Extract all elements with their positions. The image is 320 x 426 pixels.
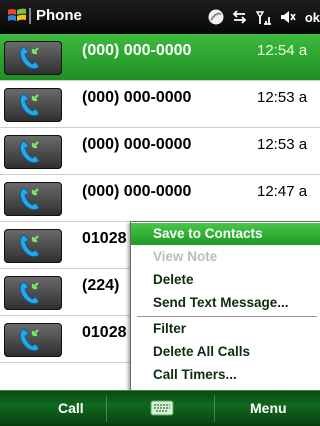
signal-icon[interactable] bbox=[231, 8, 249, 26]
softkey-divider bbox=[106, 395, 107, 422]
call-row[interactable]: (000) 000-0000 12:53 a bbox=[0, 81, 320, 128]
call-row[interactable]: (000) 000-0000 12:47 a bbox=[0, 175, 320, 222]
keyboard-icon[interactable] bbox=[150, 399, 174, 417]
context-menu: Save to Contacts View Note Delete Send T… bbox=[130, 221, 320, 391]
menu-item-view-note: View Note bbox=[131, 246, 320, 268]
menu-item-label: Delete All Calls bbox=[153, 344, 251, 359]
call-number: (000) 000-0000 bbox=[82, 89, 192, 106]
call-row[interactable]: (000) 000-0000 12:54 a bbox=[0, 34, 320, 81]
antenna-icon[interactable] bbox=[255, 8, 273, 26]
call-number: (000) 000-0000 bbox=[82, 42, 192, 59]
menu-item-delete[interactable]: Delete bbox=[131, 269, 320, 291]
app-title[interactable]: Phone bbox=[29, 7, 82, 24]
call-time: 12:54 a bbox=[257, 42, 308, 59]
menu-item-label: Call Timers... bbox=[153, 367, 237, 382]
menu-item-label: View Note bbox=[153, 249, 218, 264]
incoming-call-icon bbox=[4, 88, 62, 122]
call-row[interactable]: (000) 000-0000 12:53 a bbox=[0, 128, 320, 175]
menu-item-label: Save to Contacts bbox=[153, 226, 263, 241]
softkey-call[interactable]: Call bbox=[58, 400, 84, 416]
connectivity-icon[interactable] bbox=[207, 8, 225, 26]
menu-item-label: Send Text Message... bbox=[153, 295, 289, 310]
call-number: 01028 bbox=[82, 324, 127, 341]
system-tray: ok bbox=[207, 6, 320, 28]
softkey-bar: Call Menu bbox=[0, 390, 320, 426]
incoming-call-icon bbox=[4, 135, 62, 169]
incoming-call-icon bbox=[4, 229, 62, 263]
menu-item-save-to-contacts[interactable]: Save to Contacts bbox=[131, 223, 320, 245]
call-time: 12:53 a bbox=[257, 89, 308, 106]
call-number: 01028 bbox=[82, 230, 127, 247]
call-number: (000) 000-0000 bbox=[82, 136, 192, 153]
menu-item-send-text-message[interactable]: Send Text Message... bbox=[131, 292, 320, 314]
incoming-call-icon bbox=[4, 276, 62, 310]
incoming-call-icon bbox=[4, 182, 62, 216]
windows-start-icon[interactable] bbox=[6, 5, 28, 27]
title-bar: Phone ok bbox=[0, 0, 320, 34]
incoming-call-icon bbox=[4, 41, 62, 75]
speaker-icon[interactable] bbox=[279, 8, 297, 26]
menu-item-label: Filter bbox=[153, 321, 187, 336]
menu-item-delete-all-calls[interactable]: Delete All Calls bbox=[131, 341, 320, 363]
call-number: (224) bbox=[82, 277, 120, 294]
menu-item-label: Delete bbox=[153, 272, 194, 287]
ok-button[interactable]: ok bbox=[303, 10, 320, 25]
incoming-call-icon bbox=[4, 323, 62, 357]
softkey-menu[interactable]: Menu bbox=[250, 400, 287, 416]
menu-separator bbox=[137, 316, 317, 317]
call-time: 12:47 a bbox=[257, 183, 308, 200]
menu-item-filter[interactable]: Filter bbox=[131, 318, 320, 340]
softkey-divider bbox=[214, 395, 215, 422]
call-time: 12:53 a bbox=[257, 136, 308, 153]
call-number: (000) 000-0000 bbox=[82, 183, 192, 200]
menu-item-call-timers[interactable]: Call Timers... bbox=[131, 364, 320, 386]
